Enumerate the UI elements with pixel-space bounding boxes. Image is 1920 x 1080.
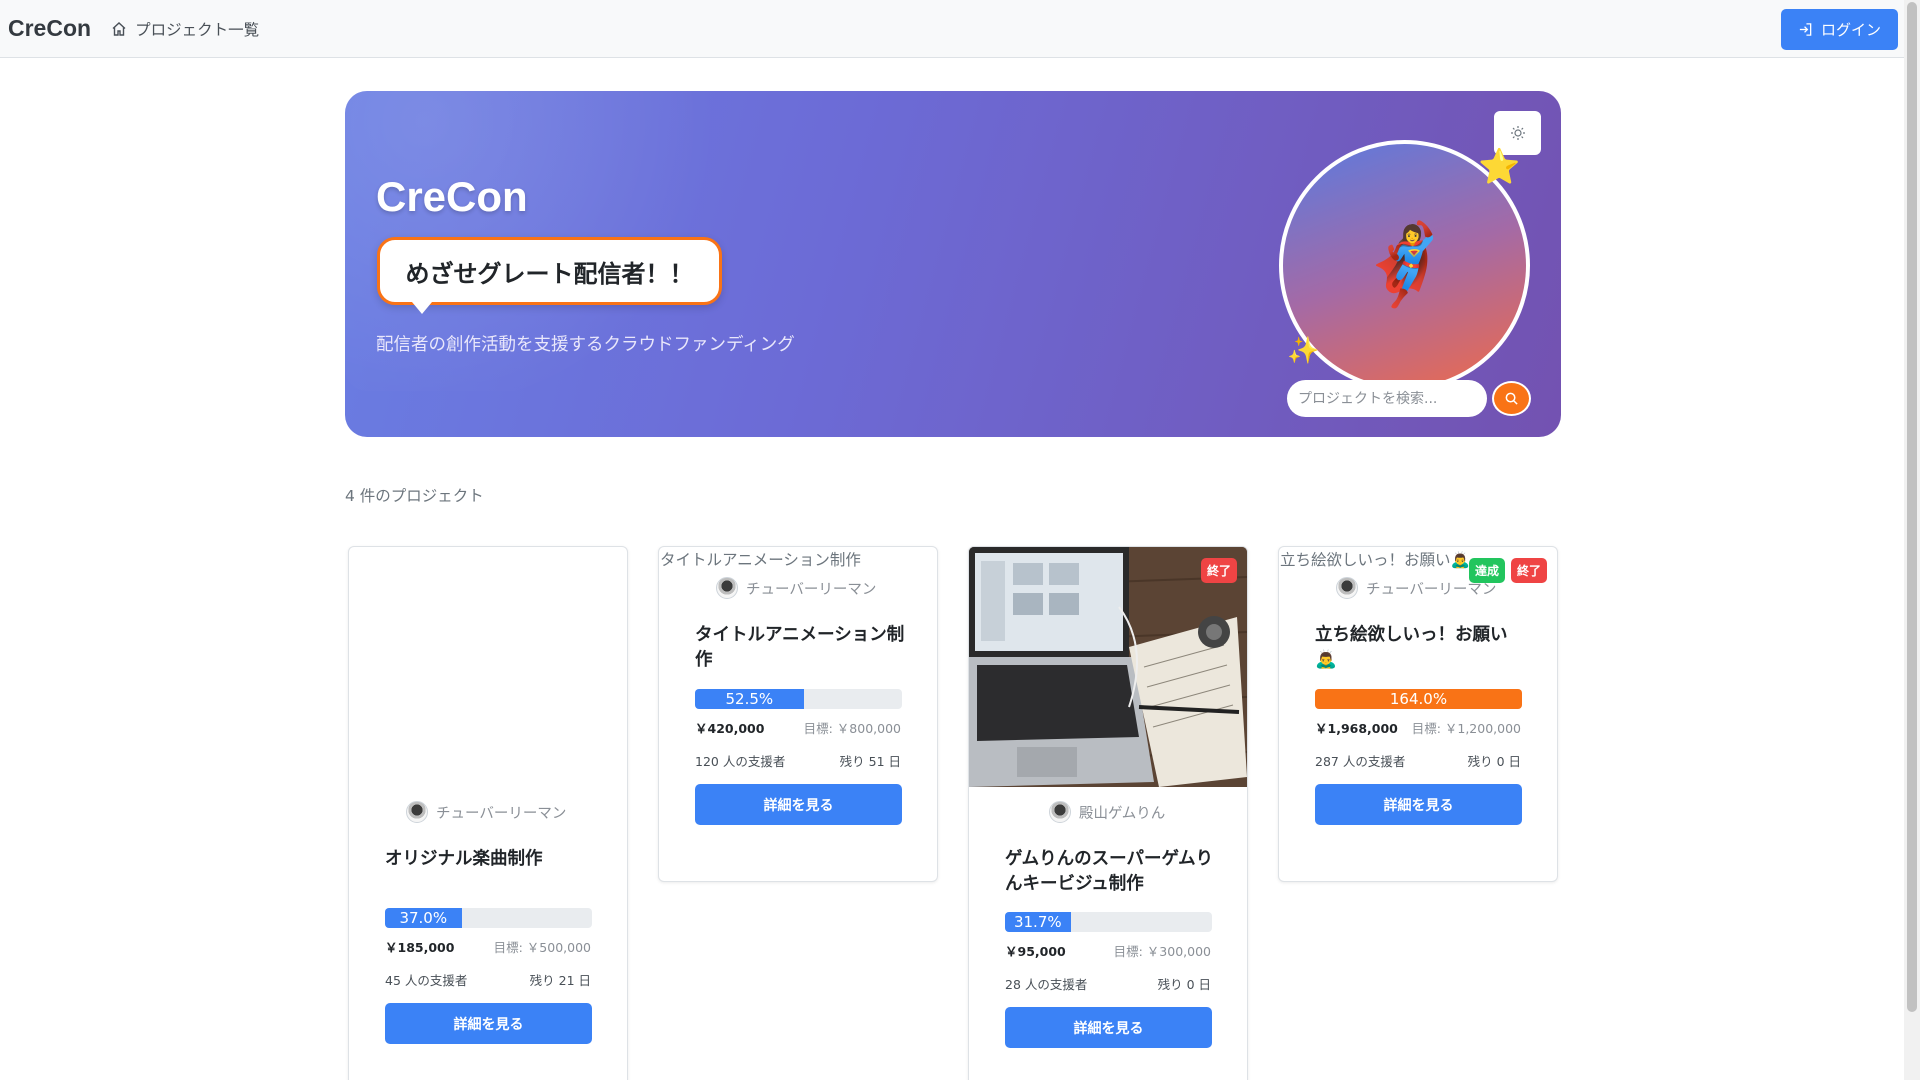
project-card: タイトルアニメーション制作 チューバーリーマン タイトルアニメーション制作 52…	[658, 546, 938, 882]
progress-fill: 37.0%	[385, 908, 462, 928]
view-details-button[interactable]: 詳細を見る	[1005, 1007, 1212, 1048]
scrollbar-thumb[interactable]	[1907, 2, 1917, 1012]
creator-avatar	[406, 801, 428, 823]
project-title: タイトルアニメーション制作	[695, 625, 905, 670]
goal-amount: 目標: ￥300,000	[1113, 944, 1211, 959]
project-card: 立ち絵欲しいっ！お願い🙇‍♂️ 達成 終了 チューバーリーマン 立ち絵欲しいっ！…	[1278, 546, 1558, 882]
funding-progress-bar: 31.7%	[1005, 912, 1212, 932]
raised-amount: ￥1,968,000	[1315, 721, 1398, 736]
project-card: チューバーリーマン オリジナル楽曲制作 37.0% ￥185,000 目標: ￥…	[348, 546, 628, 1080]
project-image[interactable]: 終了	[969, 547, 1247, 787]
project-card: 終了 殿山ゲムりん ゲムりんのスーパーゲムりんキービジュ制作 31.7% ￥95…	[968, 546, 1248, 1080]
navbar: CreCon プロジェクト一覧 ログイン	[0, 0, 1904, 58]
login-label: ログイン	[1820, 21, 1881, 39]
days-remaining: 残り 21 日	[529, 973, 591, 988]
view-details-button[interactable]: 詳細を見る	[1315, 784, 1522, 825]
funding-progress-bar: 164.0%	[1315, 689, 1522, 709]
funding-progress-bar: 37.0%	[385, 908, 592, 928]
login-icon	[1799, 23, 1812, 36]
ended-badge: 終了	[1200, 558, 1237, 583]
raised-amount: ￥185,000	[385, 940, 455, 955]
home-icon	[112, 21, 126, 36]
creator-info: チューバーリーマン	[716, 577, 876, 599]
goal-amount: 目標: ￥1,200,000	[1411, 721, 1521, 736]
progress-label: 52.5%	[725, 690, 774, 708]
backer-count: 120 人の支援者	[695, 754, 786, 769]
view-details-button[interactable]: 詳細を見る	[385, 1003, 592, 1044]
search-button[interactable]	[1492, 381, 1531, 416]
project-image-broken: 立ち絵欲しいっ！お願い🙇‍♂️	[1280, 551, 1470, 569]
hero-tagline: めざせグレート配信者！！	[405, 259, 694, 288]
creator-info: 殿山ゲムりん	[1049, 801, 1165, 823]
desk-photo	[969, 547, 1247, 787]
sparkle-icon: ✨	[1287, 336, 1320, 366]
speech-bubble-tail	[412, 302, 432, 314]
creator-name: 殿山ゲムりん	[1079, 805, 1166, 822]
backer-count: 45 人の支援者	[385, 973, 468, 988]
creator-avatar	[1049, 801, 1071, 823]
nav-projects-label: プロジェクト一覧	[135, 20, 260, 39]
project-title: 立ち絵欲しいっ！お願い🙇‍♂️	[1315, 625, 1508, 670]
star-icon: ⭐	[1478, 147, 1521, 187]
search-input[interactable]	[1287, 380, 1487, 417]
creator-info: チューバーリーマン	[406, 801, 566, 823]
hero-speech-bubble: めざせグレート配信者！！	[377, 237, 722, 314]
creator-name: チューバーリーマン	[436, 805, 567, 822]
raised-amount: ￥420,000	[695, 721, 765, 736]
funding-progress-bar: 52.5%	[695, 689, 902, 709]
creator-avatar	[716, 577, 738, 599]
ended-badge: 終了	[1510, 558, 1547, 583]
goal-amount: 目標: ￥800,000	[803, 721, 901, 736]
raised-amount: ￥95,000	[1005, 944, 1066, 959]
search-icon	[1505, 392, 1518, 405]
login-button[interactable]: ログイン	[1781, 9, 1898, 50]
superhero-icon: 🦸‍♀️	[1355, 220, 1454, 310]
days-remaining: 残り 0 日	[1157, 977, 1211, 992]
project-title: ゲムりんのスーパーゲムりんキービジュ制作	[1005, 849, 1214, 894]
creator-name: チューバーリーマン	[746, 581, 877, 598]
creator-avatar	[1336, 577, 1358, 599]
progress-fill: 52.5%	[695, 689, 804, 709]
days-remaining: 残り 51 日	[839, 754, 901, 769]
sun-icon	[1510, 126, 1525, 140]
status-badges: 終了	[1200, 558, 1237, 583]
goal-amount: 目標: ￥500,000	[493, 940, 591, 955]
progress-fill: 164.0%	[1315, 689, 1522, 709]
hero-title: CreCon	[376, 173, 528, 220]
hero-subtitle: 配信者の創作活動を支援するクラウドファンディング	[376, 335, 795, 355]
days-remaining: 残り 0 日	[1467, 754, 1521, 769]
backer-count: 28 人の支援者	[1005, 977, 1088, 992]
progress-fill: 31.7%	[1005, 912, 1071, 932]
project-title: オリジナル楽曲制作	[385, 849, 543, 869]
project-count: 4 件のプロジェクト	[345, 487, 484, 505]
view-details-button[interactable]: 詳細を見る	[695, 784, 902, 825]
creator-info: チューバーリーマン	[1336, 577, 1496, 599]
brand-logo[interactable]: CreCon	[8, 15, 91, 42]
progress-label: 31.7%	[1013, 913, 1062, 931]
project-image-broken: タイトルアニメーション制作	[660, 551, 861, 569]
progress-label: 37.0%	[399, 909, 448, 927]
backer-count: 287 人の支援者	[1315, 754, 1406, 769]
hero-banner: CreCon めざせグレート配信者！！ 配信者の創作活動を支援するクラウドファン…	[345, 91, 1561, 437]
nav-projects-link[interactable]: プロジェクト一覧	[111, 18, 259, 40]
scrollbar[interactable]	[1904, 0, 1920, 1080]
progress-label: 164.0%	[1389, 690, 1448, 708]
creator-name: チューバーリーマン	[1366, 581, 1497, 598]
